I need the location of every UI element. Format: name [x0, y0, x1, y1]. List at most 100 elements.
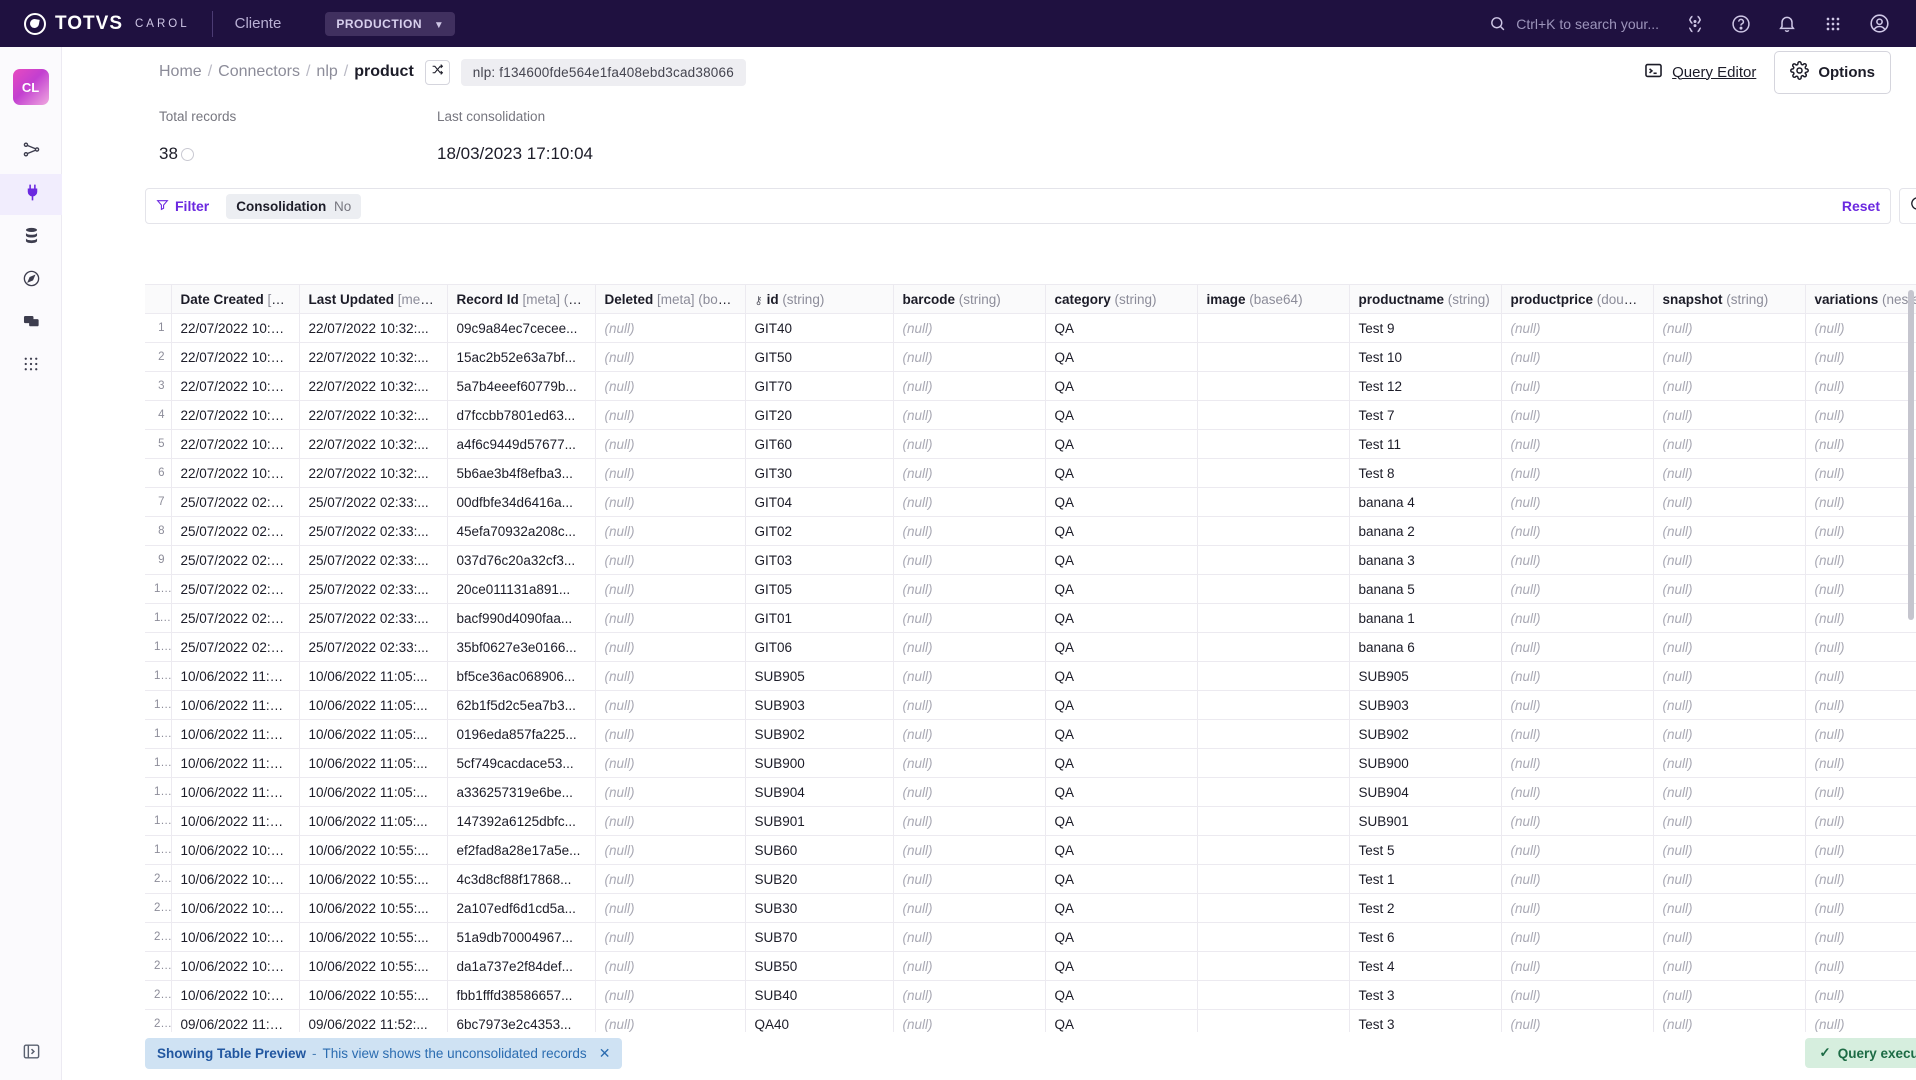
cell-id[interactable]: SUB901 — [745, 806, 894, 836]
cell-date-created[interactable]: 22/07/2022 10:32:... — [171, 429, 300, 459]
cell-barcode[interactable]: (null) — [893, 487, 1046, 517]
cell-barcode[interactable]: (null) — [893, 661, 1046, 691]
cell-barcode[interactable]: (null) — [893, 458, 1046, 488]
cell-record-id[interactable]: bf5ce36ac068906... — [447, 661, 596, 691]
cell-record-id[interactable]: 00dfbfe34d6416a... — [447, 487, 596, 517]
cell-productprice[interactable]: (null) — [1501, 516, 1654, 546]
cell-deleted[interactable]: (null) — [595, 458, 746, 488]
cell-date-created[interactable]: 22/07/2022 10:32:... — [171, 371, 300, 401]
table-row[interactable]: 10 25/07/2022 02:33:... 25/07/2022 02:33:.… — [145, 574, 1916, 604]
switch-table-button[interactable] — [424, 59, 450, 85]
cell-last-updated[interactable]: 25/07/2022 02:33:... — [299, 632, 448, 662]
cell-snapshot[interactable]: (null) — [1653, 429, 1806, 459]
cell-category[interactable]: QA — [1045, 545, 1198, 575]
cell-variations[interactable]: (null) — [1805, 487, 1916, 517]
cell-deleted[interactable]: (null) — [595, 748, 746, 778]
cell-deleted[interactable]: (null) — [595, 893, 746, 923]
cell-deleted[interactable]: (null) — [595, 922, 746, 952]
brand-logo[interactable]: TOTVS CAROL — [24, 12, 190, 35]
cell-productname[interactable]: SUB904 — [1349, 777, 1502, 807]
cell-id[interactable]: SUB50 — [745, 951, 894, 981]
cell-id[interactable]: GIT05 — [745, 574, 894, 604]
cell-id[interactable]: SUB70 — [745, 922, 894, 952]
cell-barcode[interactable]: (null) — [893, 371, 1046, 401]
cell-last-updated[interactable]: 10/06/2022 11:05:... — [299, 748, 448, 778]
cell-snapshot[interactable]: (null) — [1653, 342, 1806, 372]
cell-variations[interactable]: (null) — [1805, 951, 1916, 981]
cell-category[interactable]: QA — [1045, 371, 1198, 401]
cell-id[interactable]: SUB20 — [745, 864, 894, 894]
cell-productname[interactable]: SUB900 — [1349, 748, 1502, 778]
column-header-snapshot[interactable]: snapshot (string) — [1653, 284, 1806, 314]
cell-barcode[interactable]: (null) — [893, 748, 1046, 778]
table-row[interactable]: 16 10/06/2022 11:05:... 10/06/2022 11:05:.… — [145, 748, 1916, 778]
cell-image[interactable] — [1197, 864, 1350, 894]
cell-last-updated[interactable]: 22/07/2022 10:32:... — [299, 458, 448, 488]
cell-productname[interactable]: Test 8 — [1349, 458, 1502, 488]
cell-image[interactable] — [1197, 980, 1350, 1010]
cell-productprice[interactable]: (null) — [1501, 342, 1654, 372]
sidebar-item-apps[interactable] — [0, 346, 62, 387]
cell-productprice[interactable]: (null) — [1501, 1009, 1654, 1032]
cell-barcode[interactable]: (null) — [893, 864, 1046, 894]
cell-snapshot[interactable]: (null) — [1653, 951, 1806, 981]
cell-last-updated[interactable]: 10/06/2022 11:05:... — [299, 806, 448, 836]
cell-date-created[interactable]: 10/06/2022 11:05:... — [171, 719, 300, 749]
cell-productprice[interactable]: (null) — [1501, 777, 1654, 807]
cell-variations[interactable]: (null) — [1805, 632, 1916, 662]
cell-variations[interactable]: (null) — [1805, 574, 1916, 604]
cell-id[interactable]: SUB902 — [745, 719, 894, 749]
cell-barcode[interactable]: (null) — [893, 893, 1046, 923]
cell-productprice[interactable]: (null) — [1501, 951, 1654, 981]
bell-icon[interactable] — [1777, 14, 1797, 34]
cell-id[interactable]: QA40 — [745, 1009, 894, 1032]
cell-productname[interactable]: Test 6 — [1349, 922, 1502, 952]
cell-category[interactable]: QA — [1045, 603, 1198, 633]
cell-barcode[interactable]: (null) — [893, 719, 1046, 749]
cell-deleted[interactable]: (null) — [595, 632, 746, 662]
cell-variations[interactable]: (null) — [1805, 893, 1916, 923]
column-header-record-id[interactable]: Record Id [meta] (stri... — [447, 284, 596, 314]
cell-category[interactable]: QA — [1045, 632, 1198, 662]
cell-last-updated[interactable]: 10/06/2022 11:05:... — [299, 719, 448, 749]
cell-deleted[interactable]: (null) — [595, 719, 746, 749]
cell-image[interactable] — [1197, 603, 1350, 633]
cell-last-updated[interactable]: 22/07/2022 10:32:... — [299, 313, 448, 343]
options-button[interactable]: Options — [1774, 50, 1891, 94]
cell-id[interactable]: GIT03 — [745, 545, 894, 575]
cell-variations[interactable]: (null) — [1805, 690, 1916, 720]
help-icon[interactable] — [1731, 14, 1751, 34]
table-row[interactable]: 2 22/07/2022 10:32:... 22/07/2022 10:32:..… — [145, 342, 1916, 372]
cell-date-created[interactable]: 10/06/2022 11:05:... — [171, 777, 300, 807]
cell-record-id[interactable]: 037d76c20a32cf3... — [447, 545, 596, 575]
cell-category[interactable]: QA — [1045, 487, 1198, 517]
records-table-container[interactable]: Date Created [meta]...Last Updated [meta… — [145, 284, 1916, 1032]
cell-record-id[interactable]: 4c3d8cf88f17868... — [447, 864, 596, 894]
cell-last-updated[interactable]: 22/07/2022 10:32:... — [299, 342, 448, 372]
cell-image[interactable] — [1197, 748, 1350, 778]
cell-id[interactable]: GIT70 — [745, 371, 894, 401]
cell-productname[interactable]: Test 1 — [1349, 864, 1502, 894]
cell-category[interactable]: QA — [1045, 661, 1198, 691]
cell-productprice[interactable]: (null) — [1501, 458, 1654, 488]
table-row[interactable]: 3 22/07/2022 10:32:... 22/07/2022 10:32:..… — [145, 371, 1916, 401]
cell-variations[interactable]: (null) — [1805, 777, 1916, 807]
cell-variations[interactable]: (null) — [1805, 458, 1916, 488]
cell-snapshot[interactable]: (null) — [1653, 922, 1806, 952]
table-row[interactable]: 9 25/07/2022 02:33:... 25/07/2022 02:33:..… — [145, 545, 1916, 575]
filter-button[interactable]: Filter — [156, 198, 209, 214]
cell-deleted[interactable]: (null) — [595, 487, 746, 517]
sidebar-item-pipelines[interactable] — [0, 131, 62, 172]
cell-deleted[interactable]: (null) — [595, 545, 746, 575]
sidebar-item-database[interactable] — [0, 217, 62, 258]
cell-productprice[interactable]: (null) — [1501, 806, 1654, 836]
table-row[interactable]: 8 25/07/2022 02:33:... 25/07/2022 02:33:..… — [145, 516, 1916, 546]
cell-variations[interactable]: (null) — [1805, 371, 1916, 401]
sidebar-collapse-toggle[interactable] — [0, 1042, 62, 1066]
table-row[interactable]: 11 25/07/2022 02:33:... 25/07/2022 02:33:.… — [145, 603, 1916, 633]
cell-productprice[interactable]: (null) — [1501, 893, 1654, 923]
cell-deleted[interactable]: (null) — [595, 342, 746, 372]
cell-productname[interactable]: Test 12 — [1349, 371, 1502, 401]
cell-date-created[interactable]: 10/06/2022 10:55:... — [171, 893, 300, 923]
table-row[interactable]: 7 25/07/2022 02:33:... 25/07/2022 02:33:..… — [145, 487, 1916, 517]
